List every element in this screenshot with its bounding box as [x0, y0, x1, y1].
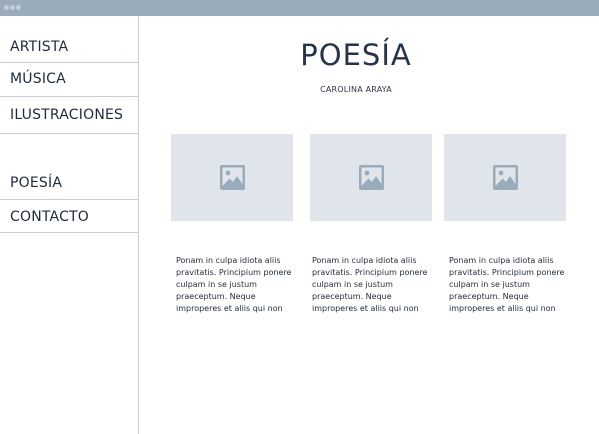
nav-item-label: ILUSTRACIONES: [10, 107, 124, 123]
page-title: POESÍA: [300, 38, 412, 72]
sidebar-nav: ARTISTA MÚSICA ILUSTRACIONES POESÍA CONT…: [0, 16, 139, 434]
main-content: POESÍA CAROLINA ARAYA Ponam in culpa idi…: [139, 16, 599, 434]
image-icon: [220, 165, 245, 190]
nav-divider: [0, 199, 138, 200]
nav-item-musica[interactable]: MÚSICA: [0, 71, 138, 87]
nav-item-contacto[interactable]: CONTACTO: [0, 209, 138, 225]
image-icon: [359, 165, 384, 190]
window-close-dot[interactable]: [4, 5, 9, 10]
nav-item-ilustraciones[interactable]: ILUSTRACIONES: [0, 107, 138, 123]
nav-divider: [0, 133, 138, 134]
nav-item-artista[interactable]: ARTISTA: [0, 39, 138, 55]
window-minimize-dot[interactable]: [10, 5, 15, 10]
image-icon: [493, 165, 518, 190]
window-maximize-dot[interactable]: [16, 5, 21, 10]
nav-divider: [0, 232, 138, 233]
card-text: Ponam in culpa idiota aliis pravitatis. …: [449, 256, 565, 313]
nav-item-label: CONTACTO: [10, 209, 90, 225]
card-image-placeholder[interactable]: [171, 134, 293, 221]
nav-item-label: ARTISTA: [10, 39, 69, 55]
window-titlebar: [0, 0, 599, 16]
nav-item-label: MÚSICA: [10, 71, 66, 87]
browser-window: ARTISTA MÚSICA ILUSTRACIONES POESÍA CONT…: [0, 0, 599, 434]
nav-divider: [0, 62, 138, 63]
card-image-placeholder[interactable]: [310, 134, 432, 221]
page-subtitle: CAROLINA ARAYA: [320, 85, 392, 94]
card-image-placeholder[interactable]: [444, 134, 566, 221]
card-text: Ponam in culpa idiota aliis pravitatis. …: [176, 256, 292, 313]
card-text: Ponam in culpa idiota aliis pravitatis. …: [312, 256, 428, 313]
nav-divider: [0, 96, 138, 97]
nav-item-poesia[interactable]: POESÍA: [0, 175, 138, 191]
nav-item-label: POESÍA: [10, 175, 63, 191]
